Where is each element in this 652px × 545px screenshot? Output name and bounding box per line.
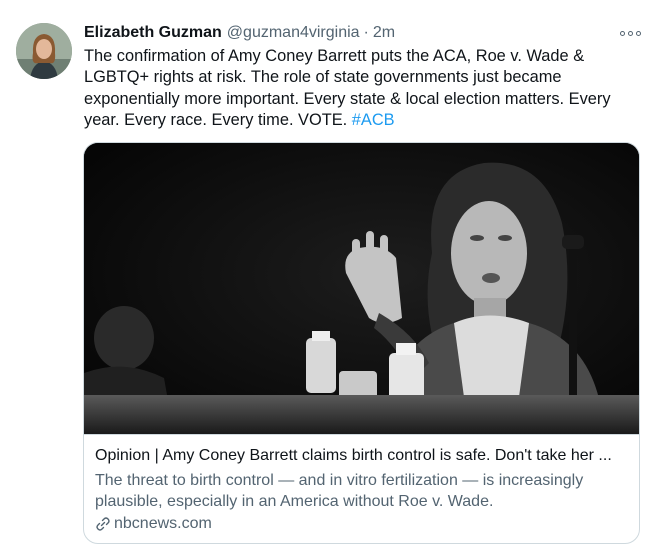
more-icon[interactable]	[618, 26, 642, 40]
avatar-photo	[16, 23, 72, 79]
card-domain-text: nbcnews.com	[114, 515, 212, 532]
card-photo	[84, 143, 639, 434]
tweet-timestamp[interactable]: 2m	[373, 24, 395, 42]
tweet-text-body: The confirmation of Amy Coney Barrett pu…	[84, 47, 611, 130]
author-handle[interactable]: @guzman4virginia	[227, 24, 360, 42]
card-domain[interactable]: nbcnews.com	[95, 515, 212, 533]
link-icon	[96, 517, 110, 531]
avatar[interactable]	[16, 23, 72, 79]
card-title[interactable]: Opinion | Amy Coney Barrett claims birth…	[95, 447, 627, 465]
author-name[interactable]: Elizabeth Guzman	[84, 24, 222, 42]
tweet[interactable]: Elizabeth Guzman @guzman4virginia · 2m T…	[0, 0, 652, 545]
hashtag-link[interactable]: #ACB	[352, 111, 395, 129]
card-info[interactable]: Opinion | Amy Coney Barrett claims birth…	[84, 434, 639, 543]
separator-dot: ·	[363, 24, 369, 41]
card-description: The threat to birth control — and in vit…	[95, 472, 584, 510]
link-card[interactable]: Opinion | Amy Coney Barrett claims birth…	[83, 142, 640, 544]
card-image[interactable]	[84, 143, 639, 434]
tweet-text: The confirmation of Amy Coney Barrett pu…	[84, 46, 624, 132]
tweet-header: Elizabeth Guzman @guzman4virginia · 2m	[84, 24, 395, 46]
